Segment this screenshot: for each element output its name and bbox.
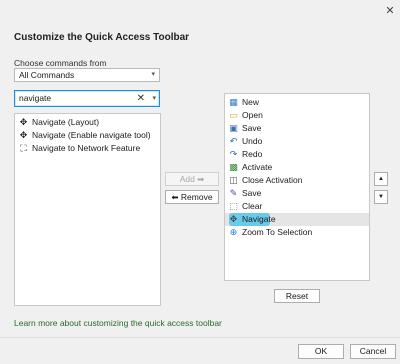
toolbar-command-item[interactable]: ✎ Save — [225, 187, 369, 200]
available-command-label: Navigate to Network Feature — [32, 143, 141, 153]
close-dialog-button[interactable]: ✕ — [383, 4, 397, 18]
redo-icon: ↷ — [229, 149, 238, 159]
zoom-to-selection-icon: ⊕ — [229, 227, 238, 237]
save-icon: ▣ — [229, 123, 238, 133]
chevron-down-icon: ▾ — [151, 71, 155, 78]
move-down-button[interactable]: ▼ — [374, 190, 388, 204]
reset-button[interactable]: Reset — [274, 289, 320, 303]
available-command-item[interactable]: ⛶ Navigate to Network Feature — [15, 142, 160, 155]
toolbar-command-item[interactable]: ⬚ Clear — [225, 200, 369, 213]
clear-selection-icon: ⬚ — [229, 201, 238, 211]
toolbar-command-label: Zoom To Selection — [242, 227, 313, 237]
remove-button[interactable]: ⬅ Remove — [165, 190, 219, 204]
toolbar-command-label: Save — [242, 123, 262, 133]
toolbar-command-item[interactable]: ▣ Save — [225, 122, 369, 135]
new-project-icon: ▦ — [229, 97, 238, 107]
clear-search-icon[interactable]: ✕ — [137, 91, 145, 106]
cancel-button[interactable]: Cancel — [350, 344, 396, 359]
choose-commands-label: Choose commands from — [14, 58, 107, 68]
toolbar-command-label: Redo — [242, 149, 263, 159]
move-up-button[interactable]: ▲ — [374, 172, 388, 186]
toolbar-command-label: Save — [242, 188, 262, 198]
toolbar-command-item[interactable]: ▦ New — [225, 96, 369, 109]
undo-icon: ↶ — [229, 136, 238, 146]
network-feature-icon: ⛶ — [20, 143, 27, 153]
toolbar-commands-list[interactable]: ▦ New ▭ Open ▣ Save ↶ Undo ↷ Redo ▩ Activate ◫ Close … — [224, 93, 370, 281]
available-command-item[interactable]: ✥ Navigate (Layout) — [15, 116, 160, 129]
add-button[interactable]: Add ➡ — [165, 172, 219, 186]
dialog-title: Customize the Quick Access Toolbar — [14, 32, 190, 43]
toolbar-command-label: New — [242, 97, 260, 107]
toolbar-command-item[interactable]: ↷ Redo — [225, 148, 369, 161]
ok-button[interactable]: OK — [298, 344, 344, 359]
activate-icon: ▩ — [229, 162, 238, 172]
command-source-dropdown[interactable]: All Commands ▾ — [14, 68, 160, 82]
open-folder-icon: ▭ — [229, 110, 238, 120]
command-source-value: All Commands — [19, 70, 75, 80]
toolbar-command-item[interactable]: ◫ Close Activation — [225, 174, 369, 187]
toolbar-command-item[interactable]: ⊕ Zoom To Selection — [225, 226, 369, 239]
chevron-down-icon[interactable]: ▾ — [152, 91, 156, 106]
navigate-icon: ✥ — [19, 130, 28, 140]
learn-more-link[interactable]: Learn more about customizing the quick a… — [14, 318, 222, 328]
toolbar-command-label: Close Activation — [242, 175, 303, 185]
toolbar-command-item[interactable]: ▭ Open — [225, 109, 369, 122]
command-search-input[interactable]: navigate ✕ ▾ — [14, 90, 160, 107]
save-edits-icon: ✎ — [229, 188, 238, 198]
available-command-item[interactable]: ✥ Navigate (Enable navigate tool) — [15, 129, 160, 142]
navigate-icon: ✥ — [229, 214, 238, 224]
search-value: navigate — [19, 93, 52, 103]
toolbar-command-label: Clear — [242, 201, 263, 211]
toolbar-command-item[interactable]: ▩ Activate — [225, 161, 369, 174]
toolbar-command-label: Activate — [242, 162, 273, 172]
toolbar-command-label: Open — [242, 110, 263, 120]
available-command-label: Navigate (Layout) — [32, 117, 100, 127]
toolbar-command-label: Navigate — [242, 214, 276, 224]
navigate-icon: ✥ — [19, 117, 28, 127]
available-command-label: Navigate (Enable navigate tool) — [32, 130, 151, 140]
toolbar-command-item[interactable]: ↶ Undo — [225, 135, 369, 148]
toolbar-command-label: Undo — [242, 136, 263, 146]
toolbar-command-item[interactable]: ✥ Navigate — [225, 213, 369, 226]
close-activation-icon: ◫ — [229, 175, 238, 185]
available-commands-list[interactable]: ✥ Navigate (Layout) ✥ Navigate (Enable n… — [14, 113, 161, 306]
